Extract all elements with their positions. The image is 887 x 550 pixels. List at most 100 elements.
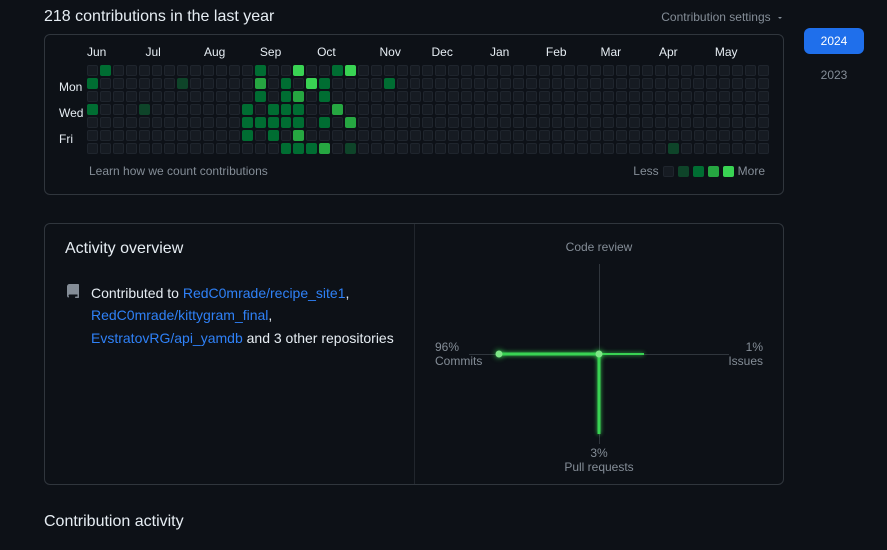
contribution-cell[interactable]	[461, 117, 472, 128]
contribution-cell[interactable]	[216, 78, 227, 89]
contribution-cell[interactable]	[345, 78, 356, 89]
contribution-cell[interactable]	[100, 91, 111, 102]
contribution-cell[interactable]	[719, 143, 730, 154]
contribution-cell[interactable]	[332, 91, 343, 102]
contribution-cell[interactable]	[564, 78, 575, 89]
contribution-cell[interactable]	[203, 117, 214, 128]
contribution-cell[interactable]	[629, 130, 640, 141]
contribution-cell[interactable]	[216, 130, 227, 141]
contribution-cell[interactable]	[603, 117, 614, 128]
contribution-cell[interactable]	[719, 91, 730, 102]
contribution-cell[interactable]	[177, 104, 188, 115]
contribution-cell[interactable]	[732, 78, 743, 89]
contribution-cell[interactable]	[332, 143, 343, 154]
contribution-cell[interactable]	[255, 117, 266, 128]
contribution-cell[interactable]	[526, 91, 537, 102]
contribution-cell[interactable]	[281, 130, 292, 141]
contribution-cell[interactable]	[397, 143, 408, 154]
contribution-cell[interactable]	[590, 78, 601, 89]
contribution-cell[interactable]	[306, 130, 317, 141]
contribution-cell[interactable]	[487, 117, 498, 128]
contribution-cell[interactable]	[590, 130, 601, 141]
contribution-cell[interactable]	[255, 143, 266, 154]
contribution-cell[interactable]	[255, 78, 266, 89]
contribution-cell[interactable]	[422, 143, 433, 154]
contribution-cell[interactable]	[87, 130, 98, 141]
contribution-cell[interactable]	[164, 104, 175, 115]
contribution-cell[interactable]	[435, 130, 446, 141]
contribution-cell[interactable]	[719, 104, 730, 115]
contribution-cell[interactable]	[590, 104, 601, 115]
contribution-cell[interactable]	[113, 130, 124, 141]
contribution-cell[interactable]	[526, 130, 537, 141]
contribution-cell[interactable]	[706, 143, 717, 154]
contribution-cell[interactable]	[410, 91, 421, 102]
contribution-cell[interactable]	[293, 104, 304, 115]
contribution-cell[interactable]	[306, 78, 317, 89]
contribution-cell[interactable]	[190, 65, 201, 76]
contribution-cell[interactable]	[487, 78, 498, 89]
contribution-cell[interactable]	[100, 104, 111, 115]
contribution-cell[interactable]	[332, 65, 343, 76]
contribution-cell[interactable]	[694, 65, 705, 76]
contribution-cell[interactable]	[319, 117, 330, 128]
contribution-cell[interactable]	[629, 117, 640, 128]
contribution-cell[interactable]	[448, 104, 459, 115]
contribution-cell[interactable]	[732, 104, 743, 115]
contribution-cell[interactable]	[448, 130, 459, 141]
contribution-cell[interactable]	[745, 104, 756, 115]
contribution-cell[interactable]	[500, 117, 511, 128]
contribution-cell[interactable]	[242, 143, 253, 154]
contribution-cell[interactable]	[745, 117, 756, 128]
contribution-cell[interactable]	[642, 117, 653, 128]
contribution-cell[interactable]	[564, 65, 575, 76]
contribution-cell[interactable]	[539, 143, 550, 154]
contribution-cell[interactable]	[358, 130, 369, 141]
contribution-cell[interactable]	[345, 65, 356, 76]
contribution-cell[interactable]	[564, 91, 575, 102]
contribution-cell[interactable]	[152, 104, 163, 115]
contribution-cell[interactable]	[113, 117, 124, 128]
contribution-cell[interactable]	[642, 91, 653, 102]
contribution-cell[interactable]	[435, 117, 446, 128]
contribution-cell[interactable]	[603, 143, 614, 154]
contribution-cell[interactable]	[139, 117, 150, 128]
contribution-cell[interactable]	[706, 130, 717, 141]
contribution-cell[interactable]	[164, 91, 175, 102]
contribution-cell[interactable]	[513, 130, 524, 141]
contribution-cell[interactable]	[281, 143, 292, 154]
contribution-cell[interactable]	[435, 104, 446, 115]
contribution-cell[interactable]	[87, 117, 98, 128]
contribution-cell[interactable]	[216, 104, 227, 115]
contribution-cell[interactable]	[487, 130, 498, 141]
contribution-cell[interactable]	[177, 78, 188, 89]
contribution-cell[interactable]	[642, 130, 653, 141]
contribution-cell[interactable]	[577, 65, 588, 76]
contribution-cell[interactable]	[616, 91, 627, 102]
contribution-cell[interactable]	[422, 117, 433, 128]
contribution-cell[interactable]	[113, 65, 124, 76]
contribution-cell[interactable]	[229, 91, 240, 102]
contribution-cell[interactable]	[577, 130, 588, 141]
contribution-cell[interactable]	[706, 117, 717, 128]
contribution-cell[interactable]	[435, 91, 446, 102]
contribution-cell[interactable]	[681, 65, 692, 76]
contribution-cell[interactable]	[500, 130, 511, 141]
contribution-cell[interactable]	[577, 117, 588, 128]
contribution-cell[interactable]	[474, 104, 485, 115]
contribution-cell[interactable]	[397, 91, 408, 102]
contribution-cell[interactable]	[539, 104, 550, 115]
contribution-cell[interactable]	[139, 130, 150, 141]
contribution-cell[interactable]	[642, 143, 653, 154]
contribution-cell[interactable]	[306, 91, 317, 102]
contribution-cell[interactable]	[152, 117, 163, 128]
contribution-cell[interactable]	[564, 130, 575, 141]
contribution-cell[interactable]	[487, 143, 498, 154]
contribution-cell[interactable]	[345, 130, 356, 141]
contribution-cell[interactable]	[564, 104, 575, 115]
contribution-cell[interactable]	[694, 143, 705, 154]
contribution-cell[interactable]	[410, 143, 421, 154]
contribution-cell[interactable]	[293, 91, 304, 102]
contribution-cell[interactable]	[319, 104, 330, 115]
contribution-cell[interactable]	[706, 65, 717, 76]
